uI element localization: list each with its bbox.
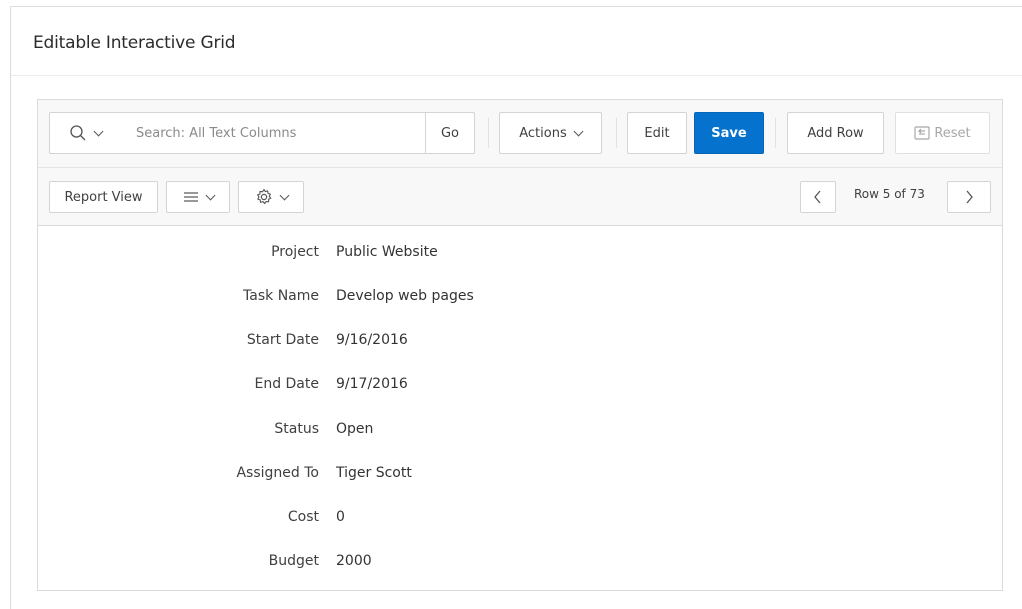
toolbar-divider: [488, 118, 489, 148]
region-title: Editable Interactive Grid: [33, 33, 236, 53]
field-task-name: Task Name Develop web pages: [38, 288, 1002, 308]
toolbar-divider: [616, 118, 617, 148]
field-label: Status: [274, 421, 319, 437]
field-label: Project: [271, 244, 319, 260]
field-value[interactable]: Tiger Scott: [336, 465, 412, 481]
reset-icon: [914, 126, 930, 140]
field-status: Status Open: [38, 421, 1002, 441]
field-label: Budget: [268, 553, 319, 569]
report-view-button[interactable]: Report View: [49, 181, 158, 213]
next-row-button[interactable]: [947, 181, 991, 213]
field-value[interactable]: Develop web pages: [336, 288, 474, 304]
field-value[interactable]: Open: [336, 421, 373, 437]
field-budget: Budget 2000: [38, 553, 1002, 573]
actions-label: Actions: [519, 125, 567, 141]
chevron-down-icon: [93, 126, 103, 136]
field-label: Task Name: [243, 288, 319, 304]
field-value[interactable]: 9/17/2016: [336, 376, 408, 392]
add-row-button[interactable]: Add Row: [787, 112, 884, 154]
menu-lines-icon: [183, 192, 198, 202]
view-toolbar: Report View Row 5 of 73: [38, 168, 1002, 226]
previous-row-button[interactable]: [800, 181, 836, 213]
reset-label: Reset: [934, 125, 971, 141]
field-value[interactable]: 0: [336, 509, 345, 525]
field-value[interactable]: 9/16/2016: [336, 332, 408, 348]
field-project: Project Public Website: [38, 244, 1002, 264]
search-column-selector[interactable]: [49, 112, 121, 154]
go-button[interactable]: Go: [425, 112, 475, 154]
interactive-grid: Go Actions Edit Save Add Row Reset: [37, 99, 1003, 591]
chevron-down-icon: [205, 190, 215, 200]
reset-button[interactable]: Reset: [895, 112, 990, 154]
search-input[interactable]: [120, 112, 426, 154]
field-start-date: Start Date 9/16/2016: [38, 332, 1002, 352]
chevron-left-icon: [814, 190, 821, 204]
save-button[interactable]: Save: [694, 112, 764, 154]
chevron-down-icon: [279, 190, 289, 200]
field-label: Start Date: [246, 332, 319, 348]
grid-toolbar: Go Actions Edit Save Add Row Reset: [38, 100, 1002, 168]
grid-region: Editable Interactive Grid Go Actions Edi…: [10, 6, 1022, 609]
chevron-right-icon: [966, 190, 973, 204]
edit-button[interactable]: Edit: [627, 112, 687, 154]
field-label: Assigned To: [236, 465, 319, 481]
field-value[interactable]: Public Website: [336, 244, 438, 260]
field-cost: Cost 0: [38, 509, 1002, 529]
region-divider: [11, 75, 1022, 76]
view-menu-button[interactable]: [166, 181, 230, 213]
gear-icon: [256, 188, 271, 205]
actions-menu-button[interactable]: Actions: [499, 112, 602, 154]
search-icon: [69, 125, 85, 141]
field-label: Cost: [287, 509, 319, 525]
field-assigned-to: Assigned To Tiger Scott: [38, 465, 1002, 485]
toolbar-divider: [775, 118, 776, 148]
row-counter: Row 5 of 73: [854, 187, 925, 201]
settings-menu-button[interactable]: [238, 181, 304, 213]
field-label: End Date: [254, 376, 319, 392]
field-value[interactable]: 2000: [336, 553, 372, 569]
field-end-date: End Date 9/17/2016: [38, 376, 1002, 396]
chevron-down-icon: [573, 126, 584, 136]
